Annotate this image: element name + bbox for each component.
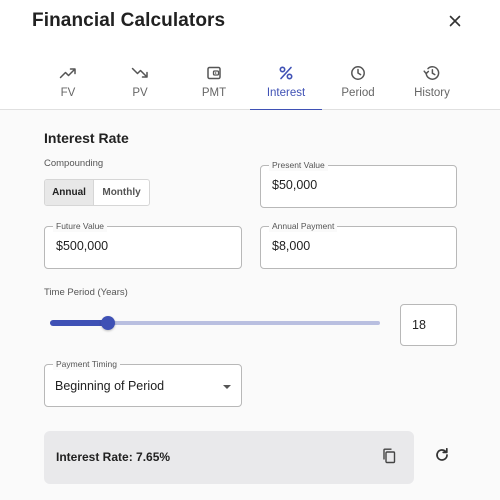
tab-fv[interactable]: FV xyxy=(32,52,104,110)
tab-interest[interactable]: Interest xyxy=(250,52,322,111)
compounding-annual-option[interactable]: Annual xyxy=(45,180,95,205)
percent-icon xyxy=(278,64,294,82)
annual-payment-field[interactable]: Annual Payment $8,000 xyxy=(260,221,457,269)
tab-period-label: Period xyxy=(341,87,375,99)
dialog-title: Financial Calculators xyxy=(32,10,226,31)
compounding-label: Compounding xyxy=(44,158,104,169)
future-value-input[interactable]: $500,000 xyxy=(56,239,108,253)
tab-fv-label: FV xyxy=(60,87,76,99)
history-icon xyxy=(423,64,441,82)
payment-timing-select[interactable]: Payment Timing Beginning of Period xyxy=(44,359,242,407)
clock-icon xyxy=(350,64,366,82)
calculator-tabs: FV PV PMT Interest Period History xyxy=(0,52,500,111)
section-title: Interest Rate xyxy=(44,130,129,146)
time-period-slider[interactable] xyxy=(50,311,380,335)
annual-payment-label: Annual Payment xyxy=(269,221,338,232)
calculator-panel: Interest Rate Compounding Annual Monthly… xyxy=(0,110,500,500)
dialog-header: Financial Calculators xyxy=(0,0,500,50)
payment-timing-value: Beginning of Period xyxy=(55,379,165,393)
future-value-field[interactable]: Future Value $500,000 xyxy=(44,221,242,269)
result-box: Interest Rate: 7.65% xyxy=(44,431,414,484)
result-text: Interest Rate: 7.65% xyxy=(56,450,171,464)
tab-history-label: History xyxy=(414,87,450,99)
tab-pmt[interactable]: PMT xyxy=(178,52,250,110)
trending-down-icon xyxy=(131,64,149,82)
chevron-down-icon xyxy=(222,382,232,392)
tab-period[interactable]: Period xyxy=(322,52,394,110)
present-value-label: Present Value xyxy=(269,160,328,171)
time-period-label: Time Period (Years) xyxy=(44,287,128,298)
annual-payment-input[interactable]: $8,000 xyxy=(272,239,310,253)
tab-pv[interactable]: PV xyxy=(104,52,176,110)
copy-icon xyxy=(382,448,396,469)
refresh-icon xyxy=(435,447,449,467)
compounding-toggle: Annual Monthly xyxy=(44,179,150,206)
present-value-input[interactable]: $50,000 xyxy=(272,178,317,192)
payment-timing-label: Payment Timing xyxy=(53,359,120,370)
wallet-icon xyxy=(206,64,222,82)
trending-up-icon xyxy=(59,64,77,82)
tab-interest-label: Interest xyxy=(266,87,306,99)
future-value-label: Future Value xyxy=(53,221,108,232)
time-period-value[interactable]: 18 xyxy=(412,318,426,332)
tab-pmt-label: PMT xyxy=(201,87,227,99)
present-value-field[interactable]: Present Value $50,000 xyxy=(260,160,457,208)
slider-track xyxy=(50,320,108,326)
slider-thumb[interactable] xyxy=(101,316,115,330)
refresh-button[interactable] xyxy=(432,447,452,467)
compounding-monthly-option[interactable]: Monthly xyxy=(94,180,149,205)
time-period-input[interactable]: 18 xyxy=(400,304,457,346)
copy-button[interactable] xyxy=(380,448,398,469)
close-button[interactable] xyxy=(444,12,466,34)
close-icon xyxy=(449,14,461,32)
tab-history[interactable]: History xyxy=(396,52,468,110)
tab-pv-label: PV xyxy=(132,87,148,99)
